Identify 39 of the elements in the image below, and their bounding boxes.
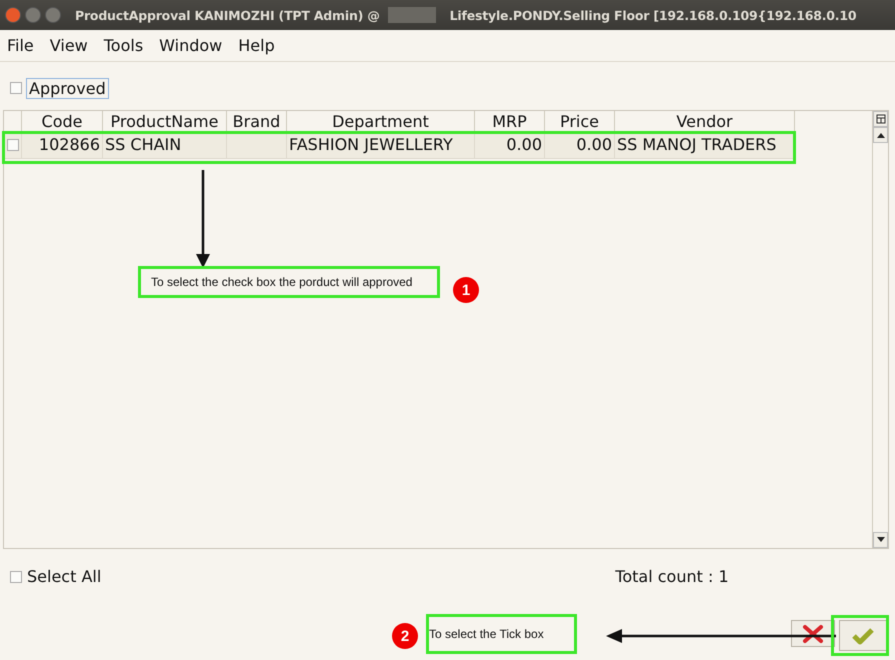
table-cell: 0.00 bbox=[506, 135, 542, 154]
checkbox[interactable] bbox=[10, 82, 22, 94]
minimize-icon[interactable] bbox=[25, 7, 41, 23]
menu-item[interactable]: Tools bbox=[104, 36, 144, 55]
column-header[interactable]: Price bbox=[545, 111, 615, 132]
column-header[interactable]: Vendor bbox=[615, 111, 795, 132]
menu-item[interactable]: Help bbox=[238, 36, 275, 55]
column-header[interactable]: Code bbox=[22, 111, 103, 132]
window-title: Lifestyle.PONDY.Selling Floor [192.168.0.109{192.168.0.10 bbox=[450, 8, 856, 22]
checkbox[interactable] bbox=[6, 139, 18, 151]
close-icon[interactable] bbox=[5, 7, 21, 23]
window-title: ProductApproval KANIMOZHI (TPT Admin) @ bbox=[75, 8, 380, 22]
menu-item[interactable]: File bbox=[7, 36, 34, 55]
table-cell: FASHION JEWELLERY bbox=[289, 135, 453, 154]
column-chooser-icon[interactable] bbox=[873, 111, 888, 127]
checkbox-label[interactable]: Approved bbox=[26, 78, 109, 98]
annotation-text: To select the Tick box bbox=[429, 627, 544, 641]
total-count: Total count : 1 bbox=[615, 567, 729, 586]
maximize-icon[interactable] bbox=[45, 7, 61, 23]
table-cell: 0.00 bbox=[576, 135, 612, 154]
column-header[interactable]: Department bbox=[287, 111, 475, 132]
annotation-text: To select the check box the porduct will approved bbox=[151, 275, 412, 289]
table-cell: SS MANOJ TRADERS bbox=[617, 135, 776, 154]
checkbox-label[interactable]: Select All bbox=[27, 567, 102, 586]
scroll-down-icon[interactable] bbox=[873, 532, 888, 548]
blurred-text bbox=[388, 7, 436, 23]
table-cell: 102866 bbox=[38, 135, 100, 154]
column-header[interactable]: Brand bbox=[227, 111, 287, 132]
step-badge: 2 bbox=[392, 623, 418, 649]
column-header[interactable]: MRP bbox=[475, 111, 545, 132]
menu-item[interactable]: View bbox=[50, 36, 88, 55]
table-cell: SS CHAIN bbox=[105, 135, 182, 154]
menu-item[interactable]: Window bbox=[159, 36, 222, 55]
check-icon bbox=[851, 626, 875, 646]
scroll-up-icon[interactable] bbox=[873, 127, 888, 143]
cross-icon bbox=[802, 624, 824, 644]
column-header[interactable]: ProductName bbox=[103, 111, 227, 132]
highlight-frame bbox=[831, 615, 889, 656]
checkbox[interactable] bbox=[10, 570, 22, 582]
